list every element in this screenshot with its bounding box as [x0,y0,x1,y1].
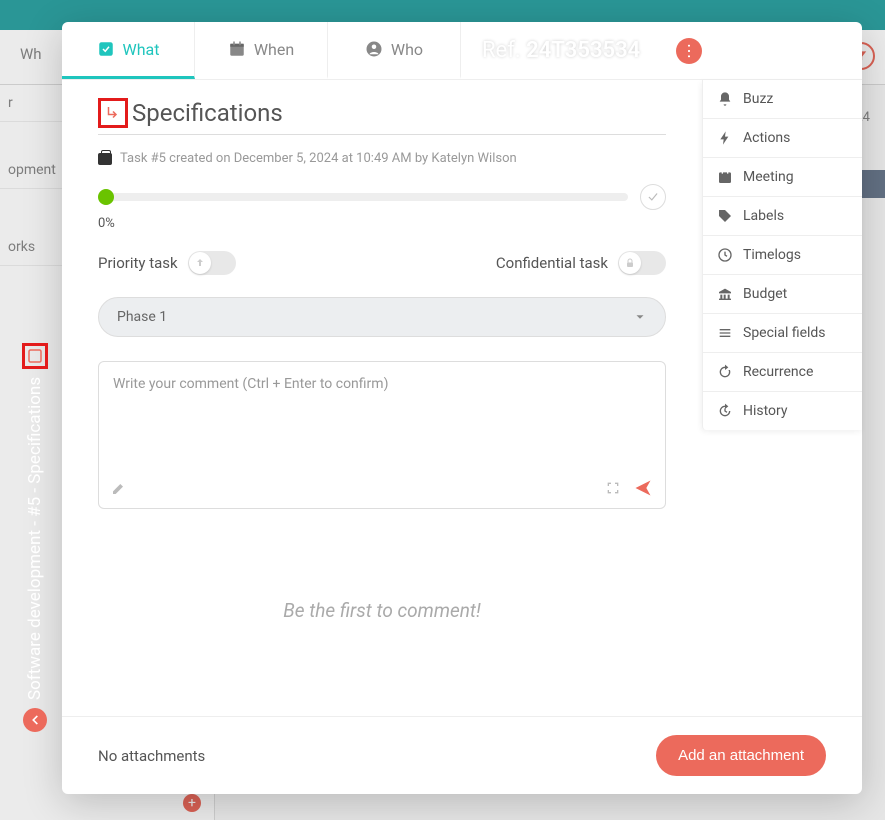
confidential-toggle-group: Confidential task [496,251,666,275]
breadcrumb-text: Software development - #5 - Specificatio… [25,377,45,700]
side-item-timelogs[interactable]: Timelogs [703,236,862,275]
priority-toggle[interactable] [188,251,236,275]
tab-who[interactable]: Who [328,22,461,79]
calendar-icon [717,169,733,185]
side-item-actions[interactable]: Actions [703,119,862,158]
phase-value: Phase 1 [117,309,167,325]
confidential-toggle[interactable] [618,251,666,275]
more-options-button[interactable]: ⋯ [676,38,702,64]
bolt-icon [717,130,733,146]
side-item-recurrence[interactable]: Recurrence [703,353,862,392]
task-title[interactable]: Specifications [132,99,283,127]
highlight-subtask-icon[interactable] [98,98,128,128]
task-main-panel: Specifications Task #5 created on Decemb… [62,80,702,716]
modal-tabs: What When Who [62,22,862,80]
refresh-icon [717,364,733,380]
side-menu: Buzz Actions Meeting Labels Timelogs Bud… [702,80,862,430]
chevron-down-icon [633,310,647,324]
send-icon [633,478,653,498]
task-reference: Ref. 24T353534 [482,38,640,63]
no-attachments-text: No attachments [98,747,205,765]
empty-comments-text: Be the first to comment! [98,599,666,622]
task-created-line: Task #5 created on December 5, 2024 at 1… [98,151,666,166]
comment-input[interactable] [99,362,665,472]
side-item-special-fields[interactable]: Special fields [703,314,862,353]
bell-icon [717,91,733,107]
expand-button[interactable] [605,480,621,500]
priority-label: Priority task [98,254,178,272]
side-item-history[interactable]: History [703,392,862,430]
progress-track[interactable] [98,193,628,201]
clock-icon [717,247,733,263]
progress-slider[interactable] [98,184,666,210]
phase-select[interactable]: Phase 1 [98,297,666,337]
add-attachment-button[interactable]: Add an attachment [656,735,826,776]
history-icon [717,403,733,419]
vertical-breadcrumb: Software development - #5 - Specificatio… [22,343,48,732]
back-button[interactable] [23,708,47,732]
calendar-icon [228,40,246,58]
edit-button[interactable] [111,480,127,500]
send-button[interactable] [633,478,653,502]
progress-value: 0% [98,216,666,231]
person-icon [365,40,383,58]
comment-box [98,361,666,509]
side-item-labels[interactable]: Labels [703,197,862,236]
checkbox-icon [97,40,115,58]
task-modal: Ref. 24T353534 ⋯ What When Who Specifica… [62,22,862,794]
priority-toggle-group: Priority task [98,251,236,275]
side-item-budget[interactable]: Budget [703,275,862,314]
tag-icon [717,208,733,224]
modal-footer: No attachments Add an attachment [62,716,862,794]
complete-check-button[interactable] [640,184,666,210]
briefcase-icon [98,153,112,165]
arrow-up-icon [194,257,206,269]
confidential-label: Confidential task [496,254,608,272]
tab-what[interactable]: What [62,22,195,79]
bank-icon [717,286,733,302]
progress-thumb[interactable] [98,189,114,205]
list-icon [717,325,733,341]
lock-icon [624,257,636,269]
expand-icon [605,480,621,496]
side-item-meeting[interactable]: Meeting [703,158,862,197]
subtask-arrow-icon [104,104,122,122]
side-item-buzz[interactable]: Buzz [703,80,862,119]
check-icon [646,190,660,204]
pencil-icon [111,480,127,496]
highlight-marker [22,343,48,369]
tab-when[interactable]: When [195,22,328,79]
